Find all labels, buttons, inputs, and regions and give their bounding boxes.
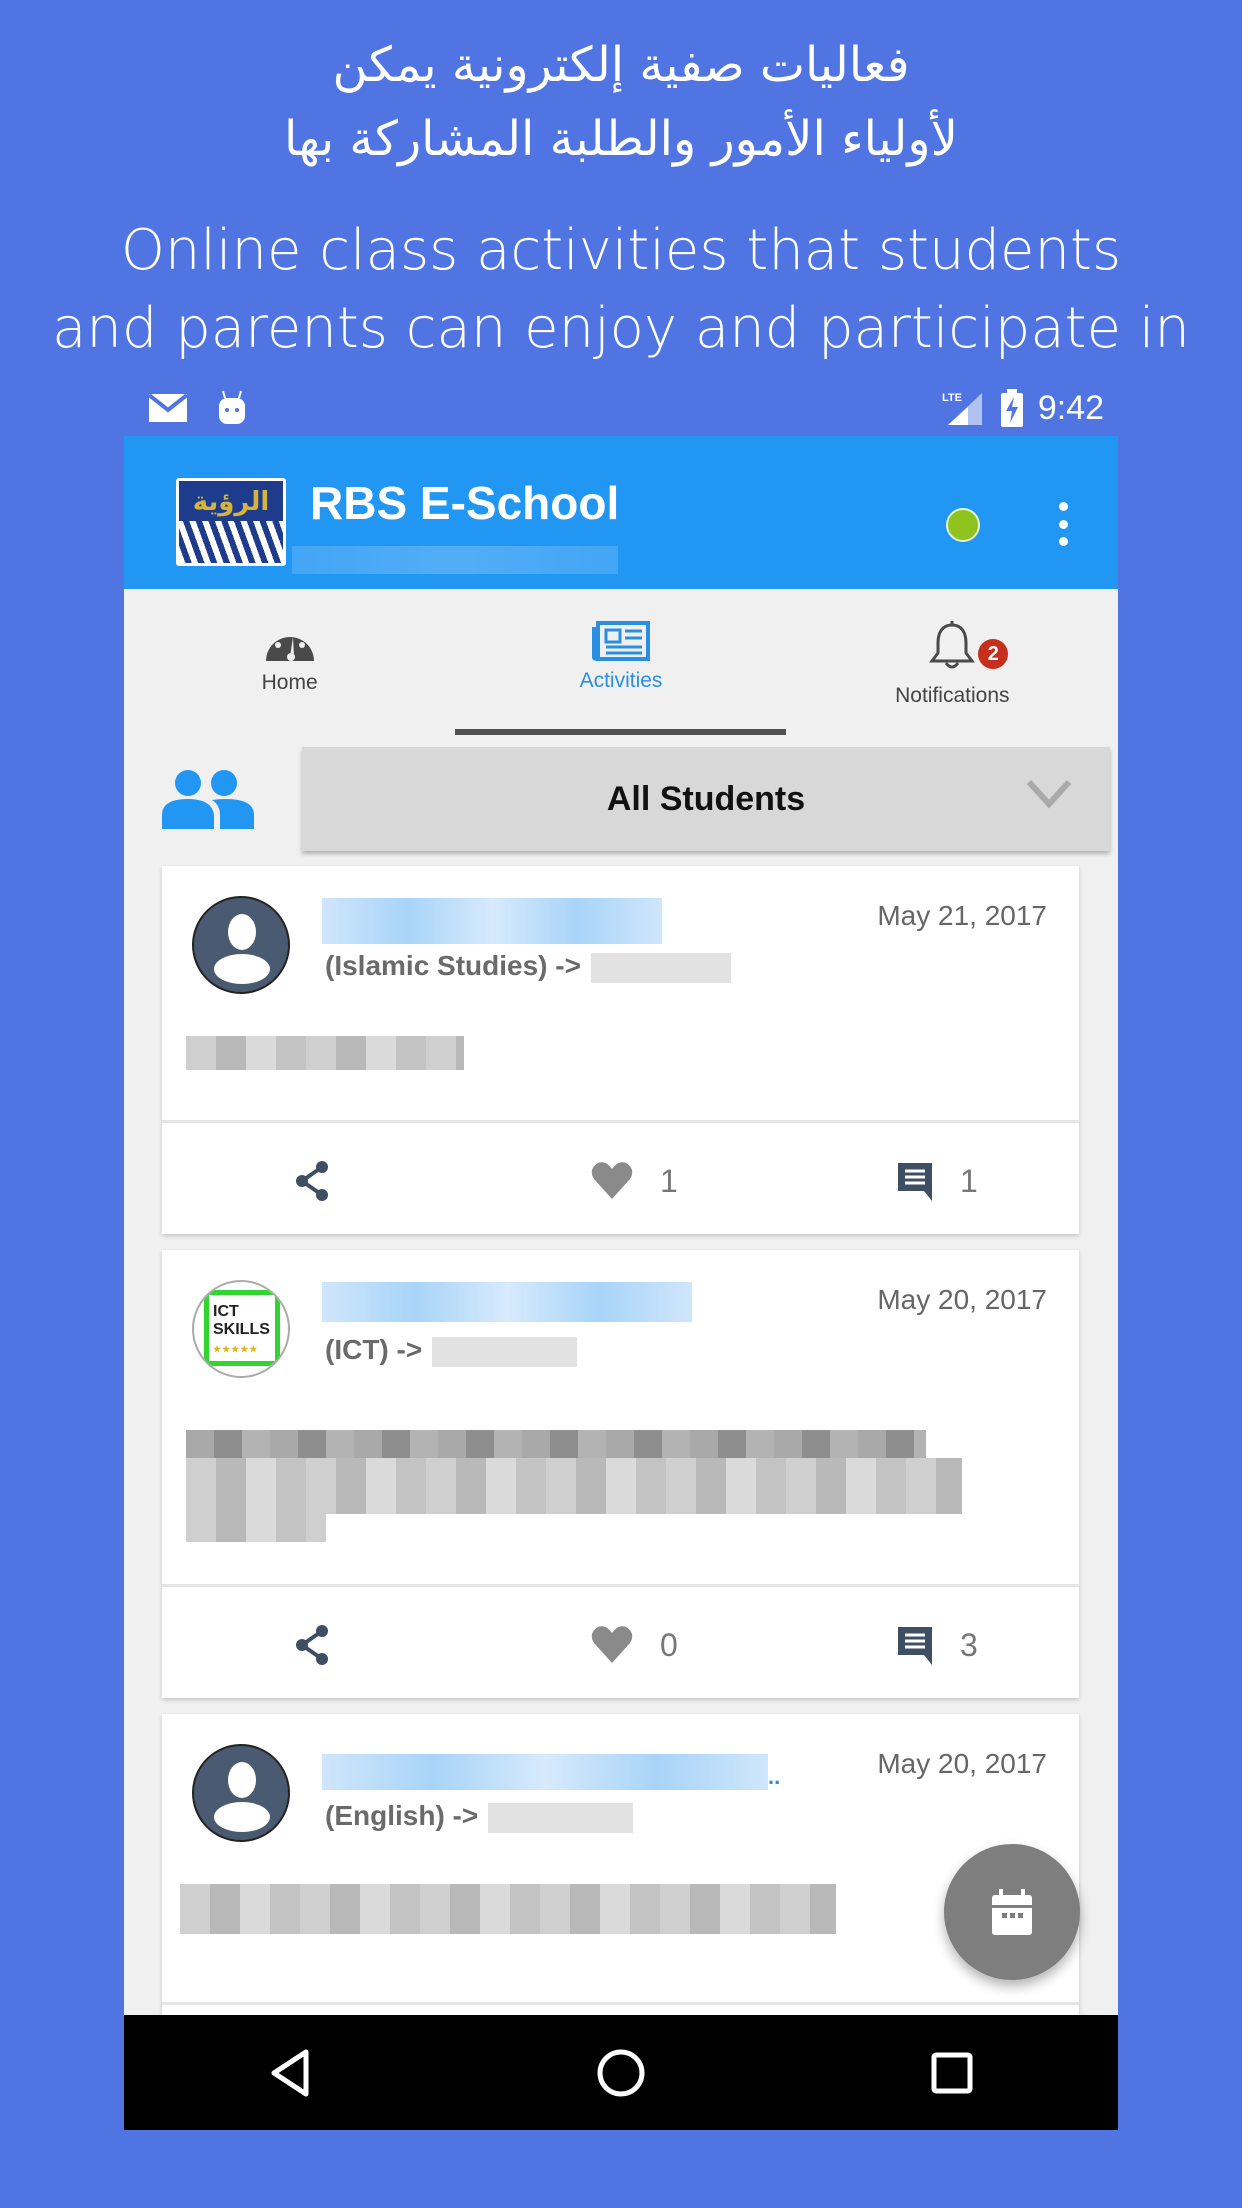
like-count: 1 [660, 1162, 678, 1199]
bell-icon [929, 621, 976, 669]
user-avatar [192, 1744, 290, 1842]
card-actions: 1 1 [162, 1120, 1079, 1234]
calendar-icon [992, 1889, 1032, 1935]
heart-icon [591, 1626, 633, 1663]
class-name-redacted [590, 952, 731, 983]
share-icon [296, 1161, 328, 1201]
promo-english-line-1: Online class activities that students [120, 218, 1122, 283]
notification-badge: 2 [978, 639, 1009, 669]
activity-card[interactable]: (Islamic Studies) -> May 21, 2017 1 1 [162, 866, 1079, 1234]
promo-english-line-2: and parents can enjoy and participate in [52, 296, 1190, 361]
app-bar: الرؤية RBS E-School [124, 436, 1118, 589]
activity-text-redacted [162, 1884, 1079, 2002]
system-navigation-bar [124, 2015, 1118, 2130]
android-icon [219, 390, 245, 424]
more-vert-icon [1058, 502, 1068, 511]
class-name-redacted [432, 1336, 578, 1367]
ict-skills-avatar: ICT SKILLS ★★★★★ [192, 1280, 290, 1378]
back-icon [271, 2049, 309, 2096]
activity-card[interactable]: ICTSKILLS★★★★★ (ICT) -> May 20, 2017 0 [162, 1250, 1079, 1698]
student-filter-row: All Students [124, 739, 1118, 859]
calendar-fab-button[interactable] [944, 1844, 1080, 1980]
tab-bar: Home Activities 2 Notifications [124, 589, 1118, 739]
clock: 9:42 [1037, 388, 1104, 427]
tab-home-label: Home [261, 671, 318, 694]
class-name-redacted [488, 1802, 634, 1833]
promo-arabic-line-2: لأولياء الأمور والطلبة المشاركة بها [284, 111, 958, 167]
newspaper-icon [591, 621, 650, 661]
logo-text: الرؤية [192, 487, 270, 517]
svg-text:LTE: LTE [942, 392, 962, 404]
user-avatar [192, 896, 290, 994]
comment-count: 3 [960, 1626, 978, 1663]
battery-charging-icon [1000, 389, 1023, 427]
activity-date: May 21, 2017 [877, 900, 1047, 931]
heart-icon [591, 1162, 633, 1199]
promo-english-text: Online class activities that students an… [0, 212, 1242, 368]
mail-icon [148, 393, 188, 422]
back-button[interactable] [250, 2033, 330, 2113]
home-circle-icon [597, 2049, 645, 2096]
student-selector-value: All Students [606, 779, 806, 818]
share-button[interactable] [294, 1161, 330, 1201]
dashboard-icon [265, 630, 314, 661]
activity-date: May 20, 2017 [877, 1748, 1047, 1779]
like-button[interactable]: 0 [590, 1625, 678, 1665]
author-name-redacted[interactable] [322, 1754, 768, 1790]
comment-button[interactable]: 3 [896, 1625, 978, 1665]
comment-count: 1 [960, 1162, 978, 1199]
like-button[interactable]: 1 [590, 1161, 678, 1201]
comment-icon [898, 1627, 932, 1665]
activity-date: May 20, 2017 [877, 1284, 1047, 1315]
activity-subject: (Islamic Studies) -> [325, 950, 731, 983]
activity-text-redacted [162, 1036, 1079, 1120]
app-title: RBS E-School [310, 477, 620, 529]
students-icon [162, 770, 254, 829]
promo-arabic-text: فعاليات صفية إلكترونية يمكن لأولياء الأم… [0, 28, 1242, 176]
activity-text-redacted [162, 1420, 1079, 1584]
like-count: 0 [660, 1626, 678, 1663]
tab-home[interactable]: Home [124, 589, 455, 739]
comment-icon [898, 1163, 932, 1201]
status-bar: LTE 9:42 [124, 380, 1118, 436]
tab-notifications-label: Notifications [895, 684, 1010, 707]
tab-notifications[interactable]: 2 Notifications [787, 589, 1118, 739]
student-selector-dropdown[interactable]: All Students [302, 747, 1110, 851]
overflow-menu-button[interactable] [1048, 502, 1078, 546]
comment-button[interactable]: 1 [896, 1161, 978, 1201]
tab-activities[interactable]: Activities [455, 589, 786, 739]
author-name-redacted[interactable] [322, 1282, 692, 1322]
school-logo: الرؤية [176, 478, 286, 566]
lte-signal-icon: LTE [942, 392, 982, 425]
share-icon [296, 1625, 328, 1665]
chevron-down-icon [1026, 779, 1072, 809]
recents-icon [931, 2052, 973, 2093]
app-screen: الرؤية RBS E-School Home Activities 2 No… [124, 436, 1118, 2130]
active-tab-indicator [455, 729, 786, 735]
promo-arabic-line-1: فعاليات صفية إلكترونية يمكن [332, 37, 910, 93]
tab-activities-label: Activities [579, 669, 663, 692]
title-ellipsis: .. [768, 1764, 781, 1789]
online-status-indicator [946, 508, 980, 542]
card-actions: 0 3 [162, 1584, 1079, 1698]
author-name-redacted[interactable] [322, 898, 662, 944]
app-subtitle-redacted [292, 546, 618, 574]
activity-subject: (ICT) -> [325, 1334, 578, 1367]
activity-subject: (English) -> [325, 1800, 634, 1833]
home-button[interactable] [581, 2033, 661, 2113]
share-button[interactable] [294, 1625, 330, 1665]
recents-button[interactable] [912, 2033, 992, 2113]
